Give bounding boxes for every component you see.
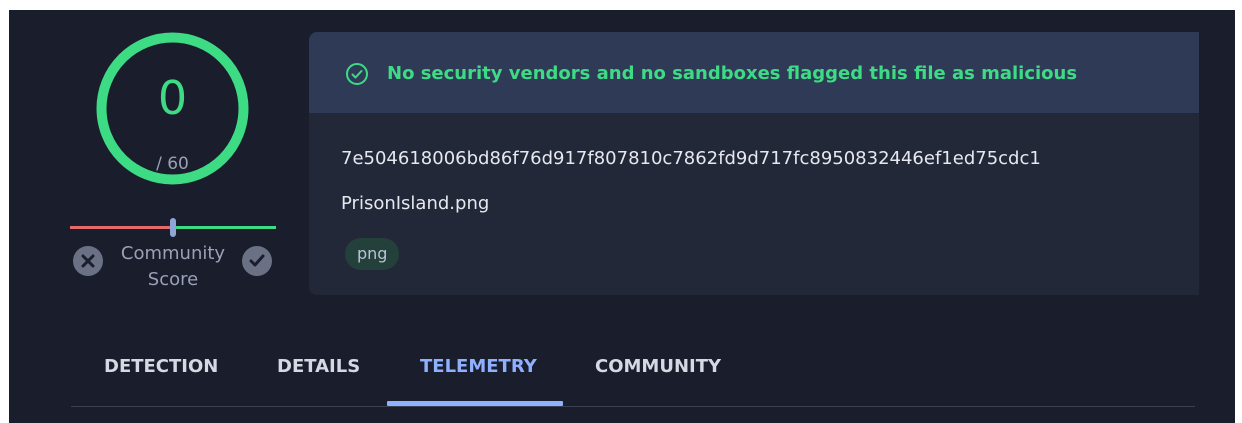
detection-count: 0 xyxy=(157,71,188,125)
file-report-panel: 0 / 60 Community Score No security vendo… xyxy=(9,10,1235,423)
file-name[interactable]: PrisonIsland.png xyxy=(341,192,489,216)
tab-detection[interactable]: DETECTION xyxy=(104,340,218,394)
downvote-button[interactable] xyxy=(73,246,103,276)
community-score-positive-segment xyxy=(173,226,276,229)
community-label-line2: Score xyxy=(147,269,199,290)
file-summary-card: No security vendors and no sandboxes fla… xyxy=(309,32,1199,295)
active-tab-indicator xyxy=(387,401,563,406)
verdict-text: No security vendors and no sandboxes fla… xyxy=(387,63,1078,84)
file-hash[interactable]: 7e504618006bd86f76d917f807810c7862fd9d71… xyxy=(341,147,1041,171)
verdict-banner: No security vendors and no sandboxes fla… xyxy=(309,32,1199,113)
tab-telemetry[interactable]: TELEMETRY xyxy=(420,340,537,394)
tab-community[interactable]: COMMUNITY xyxy=(595,340,721,394)
community-score-indicator xyxy=(170,218,176,237)
community-label-line1: Community xyxy=(120,243,226,264)
community-score-negative-segment xyxy=(70,226,173,229)
check-circle-icon xyxy=(346,63,368,85)
detection-score-gauge: 0 / 60 xyxy=(94,30,251,187)
tab-details[interactable]: DETAILS xyxy=(277,340,360,394)
detection-total: / 60 xyxy=(156,154,189,174)
community-score-label: Community Score xyxy=(109,241,237,293)
file-type-tag[interactable]: png xyxy=(345,238,400,270)
close-icon xyxy=(81,254,95,268)
upvote-button[interactable] xyxy=(242,246,272,276)
report-tabs: DETECTION DETAILS TELEMETRY COMMUNITY xyxy=(71,340,1195,407)
check-icon xyxy=(249,254,265,267)
